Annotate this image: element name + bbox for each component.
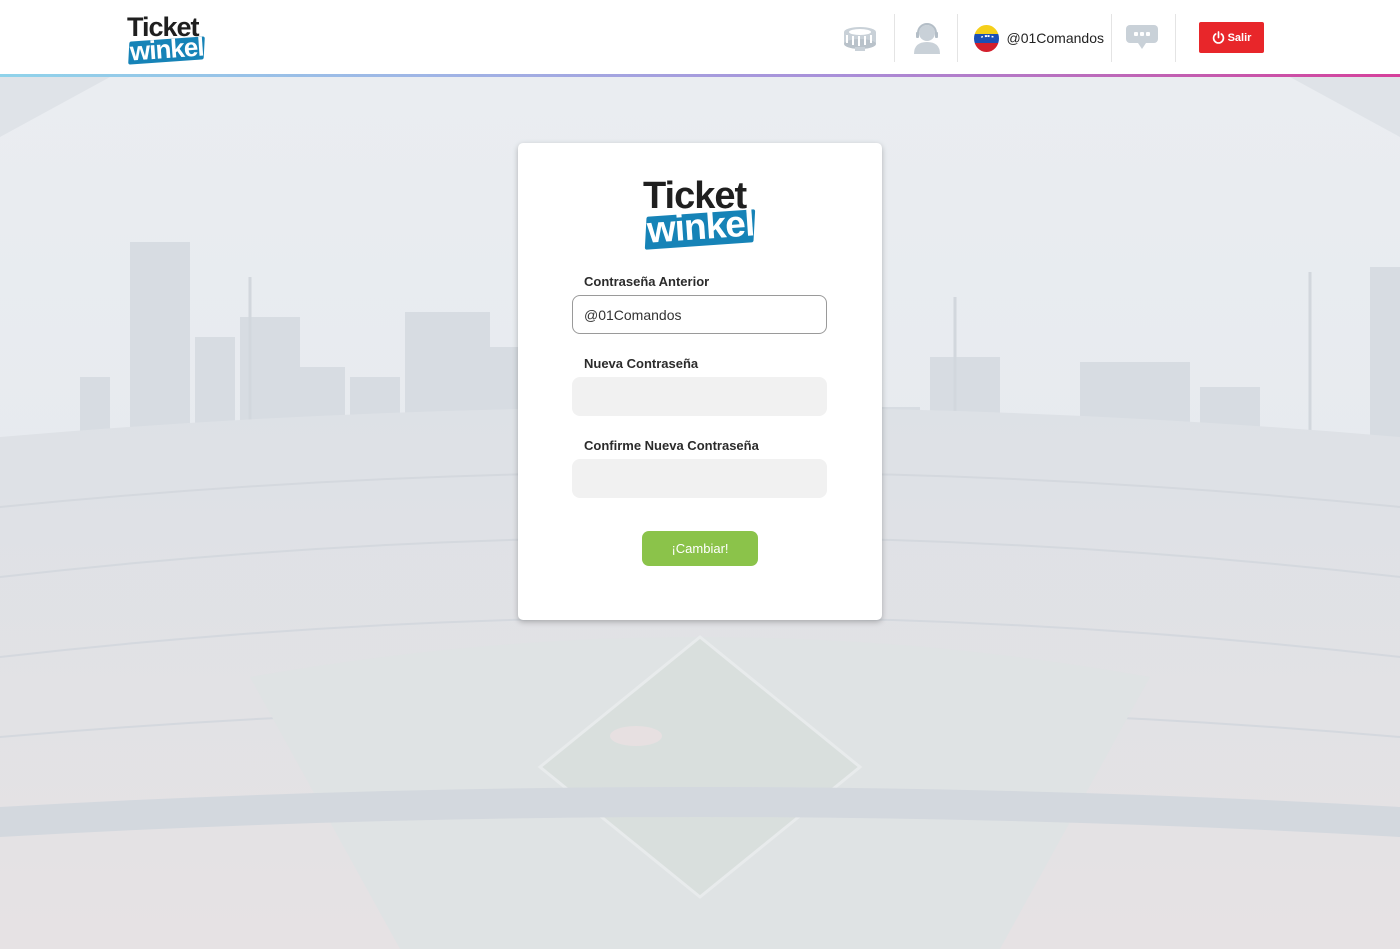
header-gradient-divider [0,74,1400,77]
ticketwinkel-logo[interactable]: Ticket winkel [126,12,206,67]
logo-text-winkel: winkel [129,31,205,67]
confirm-password-label: Confirme Nueva Contraseña [584,438,759,453]
top-navbar: Ticket winkel @01Comandos Salir [0,0,1400,74]
old-password-label: Contraseña Anterior [584,274,710,289]
nav-divider [1175,14,1176,62]
user-account[interactable]: @01Comandos [974,16,1104,60]
logout-button[interactable]: Salir [1199,22,1264,53]
nav-divider [1111,14,1112,62]
chat-bubble-icon[interactable] [1122,16,1162,60]
nav-divider [894,14,895,62]
logo-text-winkel: winkel [645,202,756,251]
old-password-input[interactable] [572,295,827,334]
new-password-label: Nueva Contraseña [584,356,699,371]
confirm-password-input[interactable] [572,459,827,498]
stadium-icon[interactable] [840,16,880,60]
venezuela-flag-icon [974,24,999,52]
ticketwinkel-logo: Ticket winkel [642,175,758,255]
nav-divider [957,14,958,62]
support-agent-icon[interactable] [910,16,944,60]
new-password-input[interactable] [572,377,827,416]
username-label: @01Comandos [1006,30,1105,46]
change-password-button[interactable]: ¡Cambiar! [642,531,758,566]
logout-label: Salir [1227,31,1252,44]
change-password-card: Ticket winkel Contraseña Anterior Nueva … [518,143,882,620]
power-icon [1212,31,1224,44]
